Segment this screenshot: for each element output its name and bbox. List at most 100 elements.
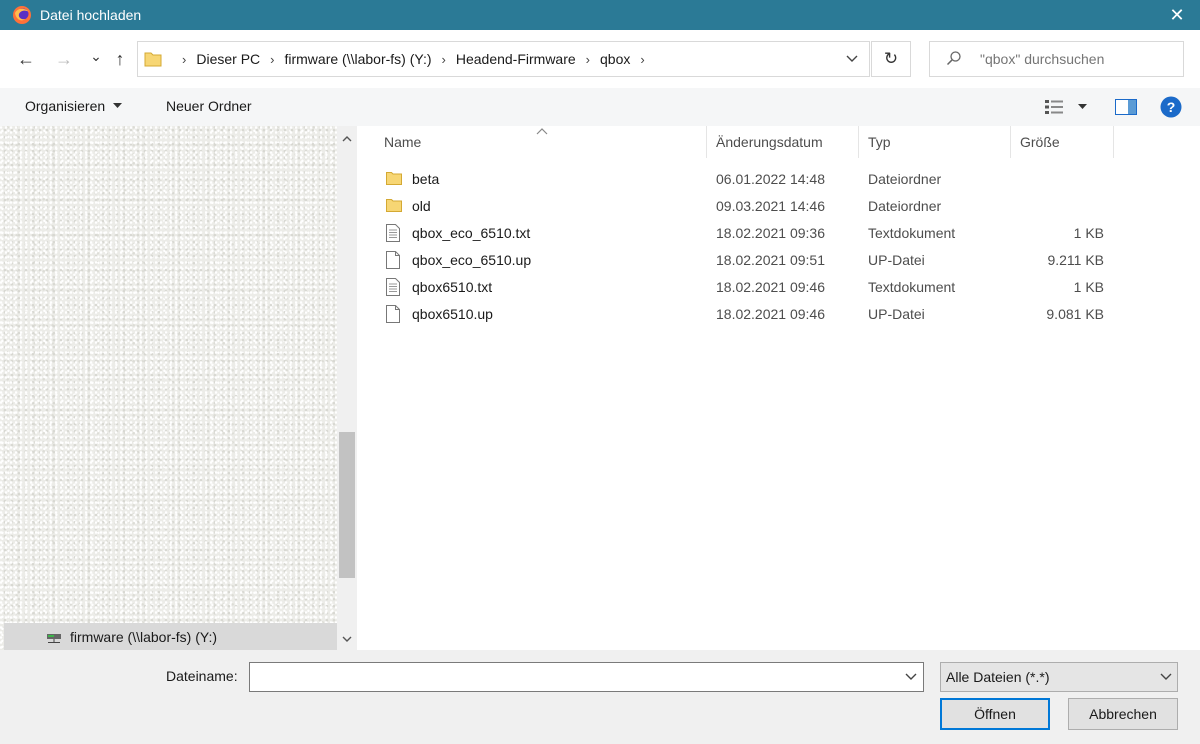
breadcrumb: › Dieser PC › firmware (\\labor-fs) (Y:)… bbox=[172, 51, 655, 67]
firefox-icon bbox=[12, 5, 32, 25]
scroll-up-icon[interactable] bbox=[337, 128, 357, 150]
file-name-cell: qbox6510.up bbox=[386, 301, 493, 327]
chevron-down-icon[interactable] bbox=[899, 663, 923, 691]
filename-label: Dateiname: bbox=[166, 668, 238, 684]
navigation-pane-scrollbar[interactable] bbox=[337, 126, 357, 650]
sidebar-item-network-drive[interactable]: firmware (\\labor-fs) (Y:) bbox=[4, 623, 337, 650]
column-header-date[interactable]: Änderungsdatum bbox=[716, 126, 859, 158]
file-size: 1 KB bbox=[1073, 225, 1104, 241]
network-drive-icon bbox=[46, 631, 62, 643]
navigation-bar: ← → ⌄ ↑ › Dieser PC › firmware (\\labor-… bbox=[0, 30, 1200, 88]
file-row[interactable]: qbox_eco_6510.txt 18.02.2021 09:36 Textd… bbox=[358, 220, 1200, 246]
file-row[interactable]: beta 06.01.2022 14:48 Dateiordner bbox=[358, 166, 1200, 192]
file-type: Dateiordner bbox=[868, 198, 942, 214]
address-bar[interactable]: › Dieser PC › firmware (\\labor-fs) (Y:)… bbox=[137, 41, 870, 77]
search-box[interactable] bbox=[929, 41, 1184, 77]
new-folder-button[interactable]: Neuer Ordner bbox=[166, 98, 252, 114]
file-icon bbox=[386, 251, 402, 269]
breadcrumb-separator[interactable]: › bbox=[640, 52, 644, 67]
column-header-size[interactable]: Größe bbox=[1020, 126, 1114, 158]
search-icon bbox=[946, 50, 966, 69]
file-name: qbox6510.up bbox=[412, 306, 493, 322]
breadcrumb-separator[interactable]: › bbox=[586, 52, 590, 67]
file-name-cell: beta bbox=[386, 166, 439, 192]
filename-field[interactable] bbox=[249, 662, 924, 692]
recent-locations-button[interactable]: ⌄ bbox=[84, 44, 108, 68]
file-list[interactable]: Name Änderungsdatum Typ Größe beta 06.01… bbox=[358, 126, 1200, 650]
file-date: 18.02.2021 09:36 bbox=[716, 225, 825, 241]
file-dialog-footer: Dateiname: Alle Dateien (*.*) Öffnen Abb… bbox=[0, 650, 1200, 744]
file-name-cell: qbox_eco_6510.up bbox=[386, 247, 531, 273]
up-button[interactable]: ↑ bbox=[108, 47, 132, 71]
file-date: 18.02.2021 09:46 bbox=[716, 306, 825, 322]
column-header-label: Name bbox=[384, 134, 422, 150]
file-size bbox=[1020, 166, 1104, 192]
breadcrumb-item-pc[interactable]: Dieser PC bbox=[196, 51, 260, 67]
column-header-label: Typ bbox=[868, 134, 891, 150]
sidebar-item-label: firmware (\\labor-fs) (Y:) bbox=[70, 628, 218, 645]
file-name-cell: qbox6510.txt bbox=[386, 274, 492, 300]
file-name: old bbox=[412, 198, 431, 214]
file-size: 9.081 KB bbox=[1046, 306, 1104, 322]
file-type: UP-Datei bbox=[868, 252, 925, 268]
open-button[interactable]: Öffnen bbox=[940, 698, 1050, 730]
file-name: qbox_eco_6510.up bbox=[412, 252, 532, 268]
text-file-icon bbox=[386, 224, 402, 242]
file-name-cell: old bbox=[386, 193, 431, 219]
search-input[interactable] bbox=[980, 51, 1170, 67]
file-row[interactable]: qbox6510.up 18.02.2021 09:46 UP-Datei 9.… bbox=[358, 301, 1200, 327]
file-type-filter[interactable]: Alle Dateien (*.*) bbox=[940, 662, 1178, 692]
navigation-pane[interactable]: firmware (\\labor-fs) (Y:) bbox=[0, 126, 358, 650]
back-button[interactable]: ← bbox=[14, 47, 38, 71]
column-header-label: Änderungsdatum bbox=[716, 134, 823, 150]
refresh-button[interactable]: ↻ bbox=[871, 41, 911, 77]
folder-icon bbox=[386, 170, 402, 188]
scrollbar-thumb[interactable] bbox=[339, 432, 355, 578]
file-size: 9.211 KB bbox=[1047, 252, 1104, 268]
breadcrumb-item-drive[interactable]: firmware (\\labor-fs) (Y:) bbox=[284, 51, 431, 67]
file-date: 18.02.2021 09:46 bbox=[716, 279, 825, 295]
title-bar: Datei hochladen ✕ bbox=[0, 0, 1200, 30]
close-button[interactable]: ✕ bbox=[1154, 0, 1200, 30]
organize-button[interactable]: Organisieren bbox=[25, 98, 123, 114]
breadcrumb-separator: › bbox=[182, 51, 187, 67]
sort-ascending-icon bbox=[536, 126, 548, 138]
file-type-filter-value: Alle Dateien (*.*) bbox=[946, 669, 1050, 685]
organize-label: Organisieren bbox=[25, 98, 106, 114]
breadcrumb-separator[interactable]: › bbox=[270, 52, 274, 67]
cancel-button[interactable]: Abbrechen bbox=[1068, 698, 1178, 730]
file-row[interactable]: old 09.03.2021 14:46 Dateiordner bbox=[358, 193, 1200, 219]
text-file-icon bbox=[386, 278, 402, 296]
caret-down-icon[interactable] bbox=[1076, 96, 1088, 118]
help-icon[interactable]: ? bbox=[1159, 96, 1183, 118]
file-name-cell: qbox_eco_6510.txt bbox=[386, 220, 530, 246]
file-type: UP-Datei bbox=[868, 306, 925, 322]
breadcrumb-item-headend[interactable]: Headend-Firmware bbox=[456, 51, 576, 67]
file-row[interactable]: qbox6510.txt 18.02.2021 09:46 Textdokume… bbox=[358, 274, 1200, 300]
breadcrumb-item-qbox[interactable]: qbox bbox=[600, 51, 630, 67]
file-size: 1 KB bbox=[1073, 279, 1104, 295]
file-row[interactable]: qbox_eco_6510.up 18.02.2021 09:51 UP-Dat… bbox=[358, 247, 1200, 273]
chevron-down-icon[interactable] bbox=[1155, 663, 1177, 691]
file-name: beta bbox=[412, 171, 440, 187]
chevron-down-icon[interactable] bbox=[835, 42, 869, 76]
forward-button[interactable]: → bbox=[52, 47, 76, 71]
breadcrumb-separator[interactable]: › bbox=[442, 52, 446, 67]
caret-down-icon bbox=[113, 103, 123, 109]
command-bar: Organisieren Neuer Ordner ? bbox=[0, 88, 1200, 126]
file-size bbox=[1020, 193, 1104, 219]
folder-icon bbox=[144, 51, 162, 67]
svg-text:?: ? bbox=[1167, 99, 1176, 115]
file-type: Textdokument bbox=[868, 225, 956, 241]
scroll-down-icon[interactable] bbox=[337, 628, 357, 650]
file-name: qbox6510.txt bbox=[412, 279, 493, 295]
file-date: 06.01.2022 14:48 bbox=[716, 171, 825, 187]
file-name: qbox_eco_6510.txt bbox=[412, 225, 531, 241]
view-options-icon[interactable] bbox=[1044, 96, 1066, 118]
column-header-label: Größe bbox=[1020, 134, 1060, 150]
file-date: 09.03.2021 14:46 bbox=[716, 198, 825, 214]
preview-pane-icon[interactable] bbox=[1114, 96, 1138, 118]
column-header-type[interactable]: Typ bbox=[868, 126, 1011, 158]
file-type: Dateiordner bbox=[868, 171, 942, 187]
folder-icon bbox=[386, 197, 402, 215]
